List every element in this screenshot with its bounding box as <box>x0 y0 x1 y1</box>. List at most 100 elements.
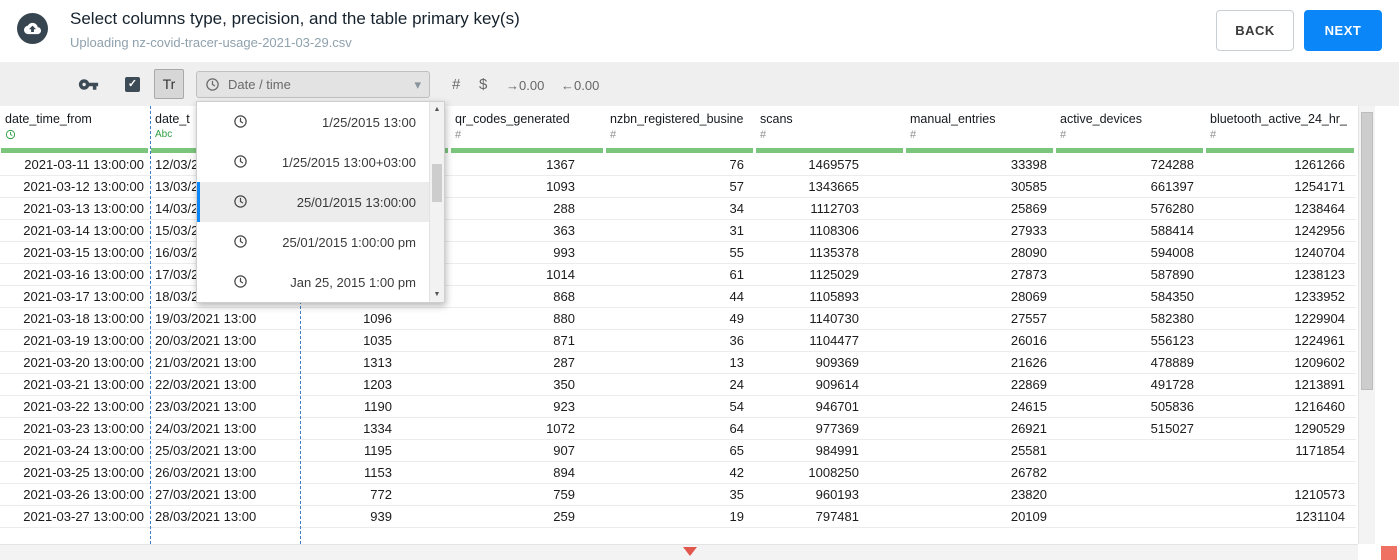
next-button[interactable]: NEXT <box>1304 10 1382 51</box>
text-type-button[interactable]: Tr <box>154 69 184 99</box>
page-title: Select columns type, precision, and the … <box>70 9 520 28</box>
column-header-bluetooth_active_24_hr_[interactable]: bluetooth_active_24_hr_ # <box>1205 106 1356 154</box>
precision-increase-button[interactable]: →0.00 <box>506 78 544 93</box>
table-cell: 30585 <box>1010 179 1047 194</box>
table-cell: 27873 <box>1010 267 1047 282</box>
table-cell: 1195 <box>364 443 392 458</box>
table-cell: 1240704 <box>1294 245 1345 260</box>
table-cell: 556123 <box>1150 333 1194 348</box>
column-type-indicator: # <box>455 129 462 141</box>
table-cell: 772 <box>370 487 392 502</box>
upload-status-text: Uploading nz-covid-tracer-usage-2021-03-… <box>70 35 352 50</box>
table-row: 2021-03-24 13:00:00 25/03/2021 13:00 1195 9… <box>0 440 1356 462</box>
format-option[interactable]: Jan 25, 2015 1:00 pm <box>197 262 429 302</box>
back-button[interactable]: BACK <box>1216 10 1294 51</box>
table-cell: 946701 <box>815 399 859 414</box>
horizontal-scrollbar[interactable] <box>0 544 1358 560</box>
table-cell: 31 <box>729 223 744 238</box>
table-cell: 1261266 <box>1294 157 1345 172</box>
table-cell: 21626 <box>1010 355 1047 370</box>
column-type-indicator: Abc <box>155 129 173 140</box>
table-cell: 1171854 <box>1295 443 1345 458</box>
cloud-upload-glyph <box>24 22 41 35</box>
table-cell: 1140730 <box>809 311 859 326</box>
column-name: date_time_from <box>5 112 92 126</box>
table-cell: 2021-03-19 13:00:00 <box>23 333 144 348</box>
table-cell: 13 <box>729 355 744 370</box>
table-row: 2021-03-19 13:00:00 20/03/2021 13:00 1035 8… <box>0 330 1356 352</box>
column-header-scans[interactable]: scans # <box>755 106 905 154</box>
table-cell: 1203 <box>363 377 392 392</box>
table-cell: 23/03/2021 13:00 <box>155 399 257 414</box>
table-cell: 505836 <box>1150 399 1194 414</box>
table-cell: 25/03/2021 13:00 <box>155 443 257 458</box>
format-option[interactable]: 1/25/2015 13:00 <box>197 102 429 142</box>
table-cell <box>1055 484 1205 505</box>
precision-decrease-button[interactable]: ←0.00 <box>561 78 599 93</box>
table-cell: 76 <box>729 157 744 172</box>
table-cell: 594008 <box>1150 245 1194 260</box>
integer-type-button[interactable]: # <box>452 76 460 93</box>
table-cell: 24615 <box>1010 399 1047 414</box>
chevron-down-icon: ▾ <box>414 76 421 92</box>
table-cell: 1190 <box>364 399 392 414</box>
table-cell: 1125029 <box>809 267 859 282</box>
table-row: 2021-03-20 13:00:00 21/03/2021 13:00 1313 2… <box>0 352 1356 374</box>
table-cell: 582380 <box>1150 311 1194 326</box>
menu-scroll-up-arrow[interactable]: ▲ <box>430 103 444 116</box>
selected-column-left-edge <box>150 106 151 544</box>
table-cell: 1153 <box>364 465 392 480</box>
menu-scroll-down-arrow[interactable]: ▼ <box>430 288 444 301</box>
table-cell: 868 <box>553 289 575 304</box>
primary-key-icon[interactable] <box>78 74 99 95</box>
menu-scrollbar[interactable]: ▲ ▼ <box>429 102 444 302</box>
table-cell: 478889 <box>1150 355 1194 370</box>
table-cell: 61 <box>729 267 744 282</box>
table-cell: 24/03/2021 13:00 <box>155 421 257 436</box>
column-header-qr_codes_generated[interactable]: qr_codes_generated # <box>450 106 605 154</box>
format-option[interactable]: 25/01/2015 1:00:00 pm <box>197 222 429 262</box>
csv-import-wizard: Select columns type, precision, and the … <box>0 0 1399 560</box>
format-option[interactable]: 25/01/2015 13:00:00 <box>197 182 429 222</box>
datetime-format-dropdown[interactable]: Date / time ▾ <box>196 71 430 98</box>
column-header-nzbn_registered_busine[interactable]: nzbn_registered_busine # <box>605 106 755 154</box>
table-cell: 1469575 <box>808 157 859 172</box>
table-cell: 871 <box>553 333 575 348</box>
table-cell: 1242956 <box>1294 223 1345 238</box>
table-cell: 2021-03-20 13:00:00 <box>23 355 144 370</box>
table-cell: 25869 <box>1010 201 1047 216</box>
column-type-indicator: # <box>760 129 767 141</box>
column-header-active_devices[interactable]: active_devices # <box>1055 106 1205 154</box>
table-cell: 588414 <box>1150 223 1194 238</box>
table-cell: 2021-03-16 13:00:00 <box>23 267 144 282</box>
table-row: 2021-03-23 13:00:00 24/03/2021 13:00 1334 1… <box>0 418 1356 440</box>
include-column-checkbox[interactable]: ✓ <box>125 77 140 92</box>
table-cell: 26/03/2021 13:00 <box>155 465 257 480</box>
currency-type-button[interactable]: $ <box>479 76 487 93</box>
vertical-scrollbar[interactable] <box>1358 106 1375 544</box>
table-cell: 587890 <box>1150 267 1194 282</box>
table-cell: 907 <box>553 443 575 458</box>
column-quality-bar <box>606 148 753 153</box>
vertical-scrollbar-thumb[interactable] <box>1361 112 1373 390</box>
clock-icon <box>233 154 249 170</box>
table-cell: 65 <box>729 443 744 458</box>
table-cell: 1014 <box>546 267 575 282</box>
format-option-list: 1/25/2015 13:00 1/25/2015 13:00+03:00 25/0… <box>197 102 429 302</box>
table-cell: 1231104 <box>1295 509 1345 524</box>
table-cell: 24 <box>729 377 744 392</box>
table-cell: 977369 <box>815 421 859 436</box>
column-type-indicator: # <box>1210 129 1217 141</box>
column-header-date_time_from[interactable]: date_time_from <box>0 106 150 154</box>
format-option-label: 25/01/2015 1:00:00 pm <box>282 234 416 250</box>
format-option[interactable]: 1/25/2015 13:00+03:00 <box>197 142 429 182</box>
column-header-manual_entries[interactable]: manual_entries # <box>905 106 1055 154</box>
table-cell: 2021-03-23 13:00:00 <box>23 421 144 436</box>
header: Select columns type, precision, and the … <box>0 0 1399 62</box>
menu-scrollbar-thumb[interactable] <box>432 164 442 202</box>
clock-icon <box>233 114 249 130</box>
table-cell: 576280 <box>1150 201 1194 216</box>
table-cell: 1035 <box>363 333 392 348</box>
table-cell: 287 <box>553 355 575 370</box>
datetime-format-menu: 1/25/2015 13:00 1/25/2015 13:00+03:00 25/0… <box>196 101 445 303</box>
